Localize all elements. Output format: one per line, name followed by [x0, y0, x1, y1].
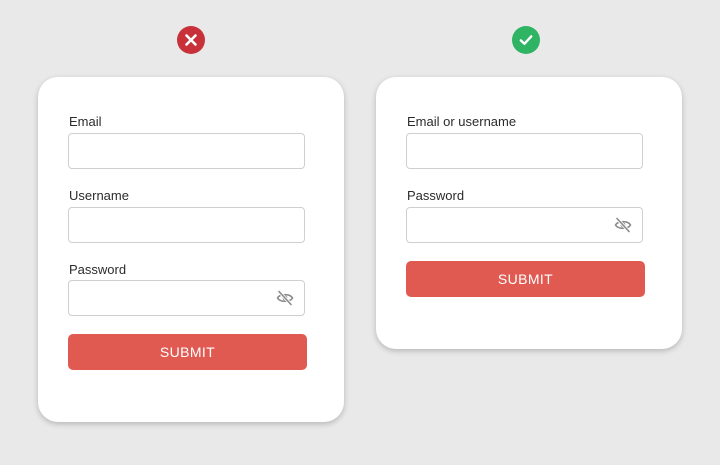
- submit-button[interactable]: SUBMIT: [68, 334, 307, 370]
- bad-login-form-card: Email Username Password SUBMIT: [38, 77, 344, 422]
- email-or-username-field[interactable]: [406, 133, 643, 169]
- password-input[interactable]: [407, 208, 607, 242]
- error-badge: [177, 26, 205, 54]
- password-label: Password: [69, 262, 127, 277]
- password-label: Password: [407, 188, 465, 203]
- close-x-icon: [185, 34, 197, 46]
- email-or-username-input[interactable]: [407, 134, 607, 168]
- email-label: Email: [69, 114, 102, 129]
- eye-off-icon[interactable]: [614, 217, 632, 233]
- username-input[interactable]: [69, 208, 269, 242]
- eye-off-icon[interactable]: [276, 290, 294, 306]
- checkmark-icon: [519, 35, 533, 45]
- username-label: Username: [69, 188, 129, 203]
- password-field[interactable]: [406, 207, 643, 243]
- username-field[interactable]: [68, 207, 305, 243]
- good-login-form-card: Email or username Password SUBMIT: [376, 77, 682, 349]
- success-badge: [512, 26, 540, 54]
- password-field[interactable]: [68, 280, 305, 316]
- password-input[interactable]: [69, 281, 269, 315]
- email-or-username-label: Email or username: [407, 114, 517, 129]
- email-field[interactable]: [68, 133, 305, 169]
- email-input[interactable]: [69, 134, 269, 168]
- submit-button[interactable]: SUBMIT: [406, 261, 645, 297]
